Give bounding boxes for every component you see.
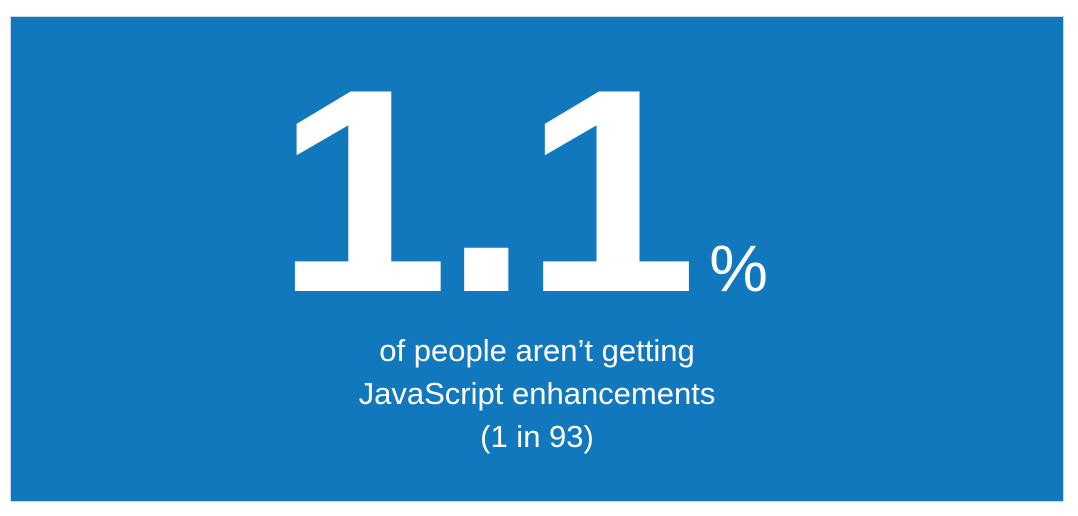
caption-line-2: JavaScript enhancements bbox=[358, 376, 716, 411]
stat-panel: 1.1 % of people aren’t getting JavaScrip… bbox=[11, 17, 1063, 501]
stat-caption: of people aren’t getting JavaScript enha… bbox=[11, 329, 1063, 458]
caption-line-3: (1 in 93) bbox=[480, 419, 594, 454]
stat-figure: 1.1 % bbox=[11, 29, 1063, 353]
stat-number: 1.1 bbox=[275, 29, 697, 353]
caption-line-1: of people aren’t getting bbox=[379, 333, 695, 368]
stat-unit: % bbox=[709, 231, 768, 305]
